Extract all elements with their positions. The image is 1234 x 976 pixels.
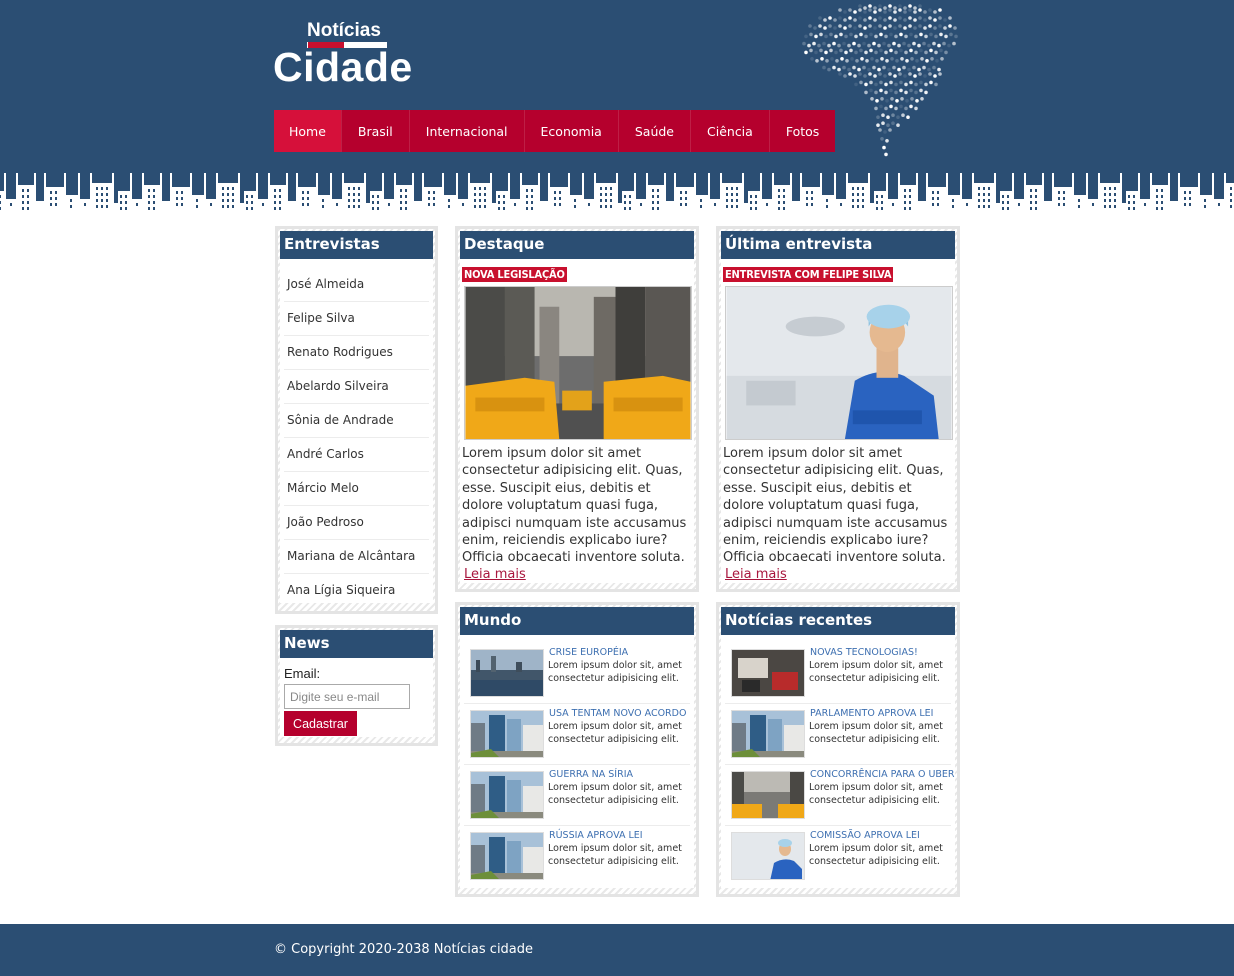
news-list-item[interactable]: CONCORRÊNCIA PARA O UBER Lorem ipsum dolo… [725, 765, 955, 826]
news-item-title[interactable]: PARLAMENTO APROVA LEI [810, 708, 933, 719]
mundo-title: Mundo [460, 607, 694, 635]
entrevista-link[interactable]: Mariana de Alcântara [284, 540, 429, 574]
nav-item-brasil[interactable]: Brasil [340, 110, 409, 152]
entrevista-link[interactable]: João Pedroso [284, 506, 429, 540]
news-thumbnail[interactable] [470, 710, 544, 758]
news-item-title[interactable]: RÚSSIA APROVA LEI [549, 830, 643, 841]
news-list-item[interactable]: PARLAMENTO APROVA LEI Lorem ipsum dolor s… [725, 704, 951, 765]
news-thumbnail[interactable] [470, 771, 544, 819]
news-thumbnail[interactable] [470, 832, 544, 880]
news-thumbnail[interactable] [731, 649, 805, 697]
entrevista-link[interactable]: André Carlos [284, 438, 429, 472]
entrevista-link[interactable]: José Almeida [284, 268, 429, 302]
destaque-image[interactable] [464, 286, 692, 440]
ultima-entrevista-title: Última entrevista [721, 231, 955, 259]
nav-item-fotos[interactable]: Fotos [768, 110, 835, 152]
news-thumbnail[interactable] [470, 649, 544, 697]
news-thumbnail[interactable] [731, 771, 805, 819]
entrevista-link[interactable]: Sônia de Andrade [284, 404, 429, 438]
site-footer: © Copyright 2020-2038 Notícias cidade [0, 924, 1234, 976]
news-item-text: Lorem ipsum dolor sit, amet consectetur … [809, 721, 943, 745]
entrevista-link[interactable]: Ana Lígia Siqueira [284, 574, 429, 608]
ultima-entrevista-tag: ENTREVISTA COM FELIPE SILVA [723, 267, 894, 282]
news-item-title[interactable]: GUERRA NA SÍRIA [549, 769, 633, 780]
entrevistas-title: Entrevistas [280, 231, 433, 259]
news-item-text: Lorem ipsum dolor sit, amet consectetur … [809, 660, 943, 684]
news-item-title[interactable]: CONCORRÊNCIA PARA O UBER [810, 769, 955, 780]
nav-item-home[interactable]: Home [274, 110, 341, 152]
mundo-box: Mundo CRISE EUROPÉIA Lorem ipsum dolor si… [455, 602, 699, 897]
entrevista-link[interactable]: Márcio Melo [284, 472, 429, 506]
nav-item-economia[interactable]: Economia [523, 110, 618, 152]
nav-item-ciencia[interactable]: Ciência [690, 110, 769, 152]
destaque-title: Destaque [460, 231, 694, 259]
recentes-title: Notícias recentes [721, 607, 955, 635]
news-item-title[interactable]: CRISE EUROPÉIA [549, 647, 628, 658]
news-item-text: Lorem ipsum dolor sit, amet consectetur … [809, 843, 943, 867]
news-item-title[interactable]: USA TENTAM NOVO ACORDO [549, 708, 686, 719]
news-list-item[interactable]: GUERRA NA SÍRIA Lorem ipsum dolor sit, am… [464, 765, 690, 826]
news-thumbnail[interactable] [731, 710, 805, 758]
news-item-text: Lorem ipsum dolor sit, amet consectetur … [548, 721, 682, 745]
news-item-text: Lorem ipsum dolor sit, amet consectetur … [548, 660, 682, 684]
logo-top-text: Notícias [307, 20, 381, 41]
news-list-item[interactable]: CRISE EUROPÉIA Lorem ipsum dolor sit, ame… [464, 643, 690, 704]
logo-main-text: Cidade [273, 44, 413, 90]
entrevista-link[interactable]: Renato Rodrigues [284, 336, 429, 370]
ultima-entrevista-text: Lorem ipsum dolor sit amet consectetur a… [723, 446, 948, 566]
email-label: Email: [284, 666, 321, 681]
news-list-item[interactable]: USA TENTAM NOVO ACORDO Lorem ipsum dolor … [464, 704, 690, 765]
news-thumbnail[interactable] [731, 832, 805, 880]
email-input[interactable] [284, 684, 410, 709]
nav-item-internacional[interactable]: Internacional [408, 110, 524, 152]
news-item-text: Lorem ipsum dolor sit, amet consectetur … [548, 843, 682, 867]
news-list-item[interactable]: COMISSÃO APROVA LEI Lorem ipsum dolor sit… [725, 826, 951, 887]
nav-item-saude[interactable]: Saúde [617, 110, 690, 152]
recentes-box: Notícias recentes NOVAS TECNOLOGIAS! Lore… [716, 602, 960, 897]
newsletter-box: News Email: Cadastrar [275, 625, 438, 746]
copyright-text: © Copyright 2020-2038 Notícias cidade [274, 942, 534, 957]
ultima-entrevista-box: Última entrevista ENTREVISTA COM FELIPE … [716, 226, 960, 592]
entrevistas-box: Entrevistas José Almeida Felipe Silva Re… [275, 226, 438, 614]
destaque-box: Destaque NOVA LEGISLAÇÃO Lorem ipsum dol… [455, 226, 699, 592]
subscribe-button[interactable]: Cadastrar [284, 711, 357, 736]
skyline-graphic [0, 165, 1234, 213]
news-list-item[interactable]: RÚSSIA APROVA LEI Lorem ipsum dolor sit, … [464, 826, 690, 887]
site-logo[interactable]: Notícias Cidade [273, 18, 423, 90]
news-item-title[interactable]: COMISSÃO APROVA LEI [810, 830, 920, 841]
news-item-title[interactable]: NOVAS TECNOLOGIAS! [810, 647, 918, 658]
main-nav: Home Brasil Internacional Economia Saúde… [274, 110, 836, 152]
news-item-text: Lorem ipsum dolor sit, amet consectetur … [548, 782, 682, 806]
entrevista-link[interactable]: Felipe Silva [284, 302, 429, 336]
news-list-item[interactable]: NOVAS TECNOLOGIAS! Lorem ipsum dolor sit,… [725, 643, 951, 704]
destaque-tag: NOVA LEGISLAÇÃO [462, 267, 567, 282]
ultima-entrevista-image[interactable] [725, 286, 953, 440]
news-item-text: Lorem ipsum dolor sit, amet consectetur … [809, 782, 943, 806]
newsletter-title: News [280, 630, 433, 658]
destaque-read-more-link[interactable]: Leia mais [464, 567, 526, 582]
destaque-text: Lorem ipsum dolor sit amet consectetur a… [462, 446, 687, 566]
entrevista-link[interactable]: Abelardo Silveira [284, 370, 429, 404]
ultima-entrevista-read-more-link[interactable]: Leia mais [725, 567, 787, 582]
